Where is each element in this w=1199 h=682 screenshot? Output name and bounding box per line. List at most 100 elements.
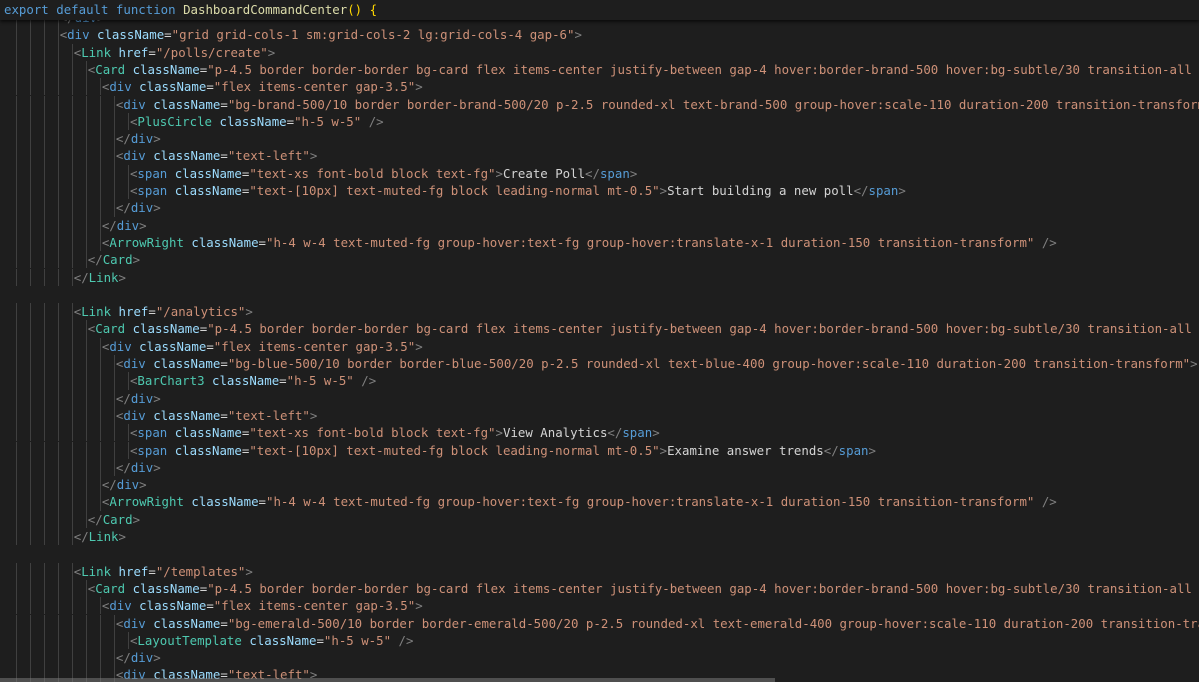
code-line[interactable]: <div className="text-left"> bbox=[0, 147, 1199, 165]
code-token: div bbox=[116, 477, 140, 493]
indent-guide bbox=[44, 112, 45, 131]
code-line[interactable]: <div className="text-left"> bbox=[0, 406, 1199, 425]
code-line[interactable]: <ArrowRight className="h-4 w-4 text-mute… bbox=[0, 233, 1199, 252]
code-line[interactable]: </div> bbox=[0, 130, 1199, 148]
indent-guide bbox=[100, 112, 101, 131]
indent-guide bbox=[100, 130, 101, 148]
code-line[interactable]: </Link> bbox=[0, 528, 1199, 546]
sticky-scroll-header[interactable]: export default function DashboardCommand… bbox=[0, 0, 1199, 20]
code-line[interactable]: <div className="flex items-center gap-3.… bbox=[0, 78, 1199, 96]
indent-guide bbox=[16, 268, 17, 286]
indent-guide bbox=[44, 251, 45, 269]
code-token: </ bbox=[101, 477, 117, 493]
code-line[interactable]: <LayoutTemplate className="h-5 w-5" /> bbox=[0, 631, 1199, 650]
code-line[interactable]: <Card className="p-4.5 border border-bor… bbox=[0, 579, 1199, 598]
code-line[interactable]: <span className="text-xs font-bold block… bbox=[0, 164, 1199, 182]
code-line[interactable] bbox=[0, 545, 1199, 562]
code-line[interactable]: <Card className="p-4.5 border border-bor… bbox=[0, 60, 1199, 79]
horizontal-scrollbar[interactable] bbox=[0, 678, 775, 682]
code-line[interactable]: <Link href="/templates"> bbox=[0, 562, 1199, 580]
indent-guide bbox=[16, 130, 17, 148]
code-line[interactable]: </Link> bbox=[0, 268, 1199, 286]
code-token: = bbox=[148, 304, 156, 320]
code-token: className bbox=[174, 425, 242, 441]
indent-guide bbox=[58, 424, 59, 442]
code-token: span bbox=[137, 183, 168, 198]
indent-guide bbox=[16, 60, 17, 79]
code-line[interactable]: </div> bbox=[0, 476, 1199, 494]
code-line[interactable] bbox=[0, 286, 1199, 303]
code-token: div bbox=[123, 407, 146, 423]
indent-guide bbox=[58, 164, 59, 182]
code-token: className bbox=[212, 373, 280, 389]
indent-guide bbox=[58, 493, 59, 511]
code-token: = bbox=[220, 615, 228, 631]
indent-guide bbox=[86, 372, 87, 390]
indent-guide bbox=[114, 631, 115, 650]
indent-guide bbox=[86, 130, 87, 148]
indent-guide bbox=[100, 199, 101, 217]
code-line[interactable]: <Link href="/analytics"> bbox=[0, 303, 1199, 321]
code-line[interactable]: <BarChart3 className="h-5 w-5" /> bbox=[0, 372, 1199, 390]
indent-guide bbox=[100, 493, 101, 511]
indent-guide bbox=[44, 320, 45, 338]
vertical-scrollbar[interactable] bbox=[1189, 20, 1199, 682]
indent-guide bbox=[30, 251, 31, 269]
code-token: className bbox=[153, 356, 221, 371]
code-text: <span className="text-[10px] text-muted-… bbox=[130, 182, 906, 199]
code-token: </ bbox=[115, 200, 131, 216]
code-line[interactable]: <Card className="p-4.5 border border-bor… bbox=[0, 320, 1199, 338]
code-token: className bbox=[249, 632, 317, 648]
indent-guide bbox=[30, 631, 31, 650]
code-line[interactable]: </div> bbox=[0, 389, 1199, 407]
indent-guide bbox=[58, 389, 59, 407]
indent-guide bbox=[58, 112, 59, 131]
code-token: = bbox=[206, 79, 214, 95]
default-keyword: default bbox=[56, 2, 109, 17]
code-line[interactable]: <div className="bg-brand-500/10 border b… bbox=[0, 95, 1199, 113]
code-line[interactable]: <ArrowRight className="h-4 w-4 text-mute… bbox=[0, 493, 1199, 511]
code-token: BarChart3 bbox=[137, 373, 205, 389]
indent-guide bbox=[44, 372, 45, 390]
indent-guide bbox=[16, 251, 17, 269]
code-line[interactable]: </div> bbox=[0, 199, 1199, 217]
code-line[interactable]: <div className="flex items-center gap-3.… bbox=[0, 597, 1199, 615]
code-token: div bbox=[109, 338, 132, 354]
code-token: ArrowRight bbox=[109, 234, 184, 250]
code-line[interactable]: </div> bbox=[0, 216, 1199, 234]
code-token: LayoutTemplate bbox=[137, 632, 242, 648]
indent-guide bbox=[86, 476, 87, 494]
code-token: span bbox=[838, 442, 869, 458]
code-text: <BarChart3 className="h-5 w-5" /> bbox=[130, 372, 376, 389]
code-line[interactable]: <div className="bg-blue-500/10 border bo… bbox=[0, 355, 1199, 373]
code-line[interactable]: <span className="text-xs font-bold block… bbox=[0, 424, 1199, 442]
code-token: "p-4.5 border border-border bg-card flex… bbox=[207, 321, 1199, 337]
indent-guide bbox=[58, 510, 59, 528]
code-line[interactable]: </div> bbox=[0, 458, 1199, 477]
code-line[interactable]: <div className="grid grid-cols-1 sm:grid… bbox=[0, 26, 1199, 44]
code-line[interactable]: <PlusCircle className="h-5 w-5" /> bbox=[0, 112, 1199, 131]
indent-guide bbox=[86, 216, 87, 234]
code-text: </div> bbox=[116, 459, 161, 476]
code-token: /> bbox=[398, 632, 414, 648]
code-line[interactable]: <div className="flex items-center gap-3.… bbox=[0, 337, 1199, 355]
indent-guide bbox=[72, 60, 73, 79]
code-line[interactable]: </Card> bbox=[0, 510, 1199, 528]
code-line[interactable]: <span className="text-[10px] text-muted-… bbox=[0, 182, 1199, 200]
code-line[interactable]: </div> bbox=[0, 649, 1199, 667]
indent-guide bbox=[16, 441, 17, 459]
code-line[interactable]: <div className="bg-emerald-500/10 border… bbox=[0, 614, 1199, 632]
indent-guide bbox=[30, 78, 31, 96]
indent-guide bbox=[44, 60, 45, 79]
code-line[interactable]: <span className="text-[10px] text-muted-… bbox=[0, 441, 1199, 459]
indent-guide bbox=[72, 579, 73, 598]
code-line[interactable]: </Card> bbox=[0, 251, 1199, 269]
code-token: > bbox=[245, 304, 253, 320]
code-line[interactable]: <Link href="/polls/create"> bbox=[0, 43, 1199, 61]
indent-guide bbox=[86, 493, 87, 511]
code-text: </div> bbox=[102, 217, 147, 234]
code-editor[interactable]: </div><div className="grid grid-cols-1 s… bbox=[0, 0, 1199, 682]
